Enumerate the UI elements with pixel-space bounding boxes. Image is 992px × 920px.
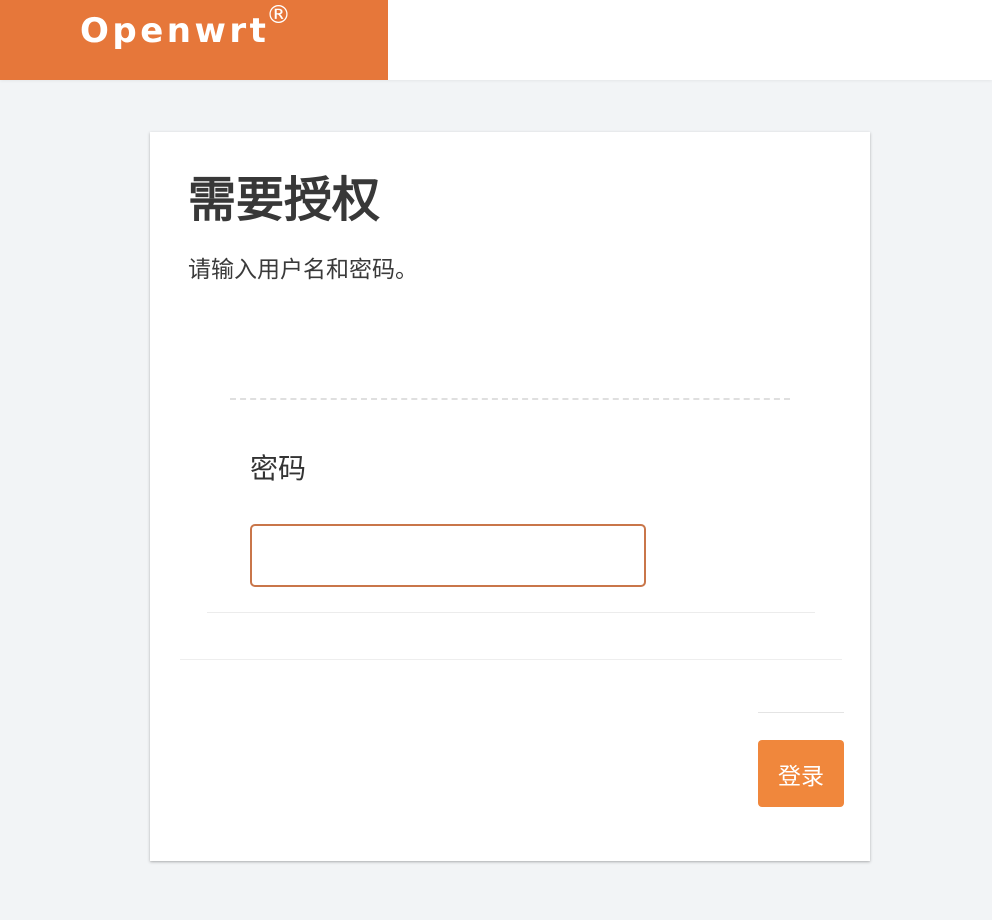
form-divider bbox=[180, 659, 842, 660]
login-description: 请输入用户名和密码。 bbox=[188, 257, 418, 283]
actions-divider bbox=[758, 712, 844, 713]
registered-mark: ® bbox=[266, 0, 291, 29]
password-field[interactable] bbox=[250, 524, 646, 587]
top-header: Openwrt ® bbox=[0, 0, 992, 80]
brand-logo[interactable]: Openwrt ® bbox=[0, 0, 388, 80]
form-section-bottom-border bbox=[207, 612, 815, 613]
brand-name: Openwrt bbox=[80, 11, 270, 51]
login-button[interactable]: 登录 bbox=[758, 740, 844, 807]
page-title: 需要授权 bbox=[188, 172, 381, 228]
password-label: 密码 bbox=[250, 452, 307, 485]
login-card: 需要授权 请输入用户名和密码。 密码 登录 bbox=[150, 132, 870, 861]
username-field-separator bbox=[230, 398, 790, 400]
